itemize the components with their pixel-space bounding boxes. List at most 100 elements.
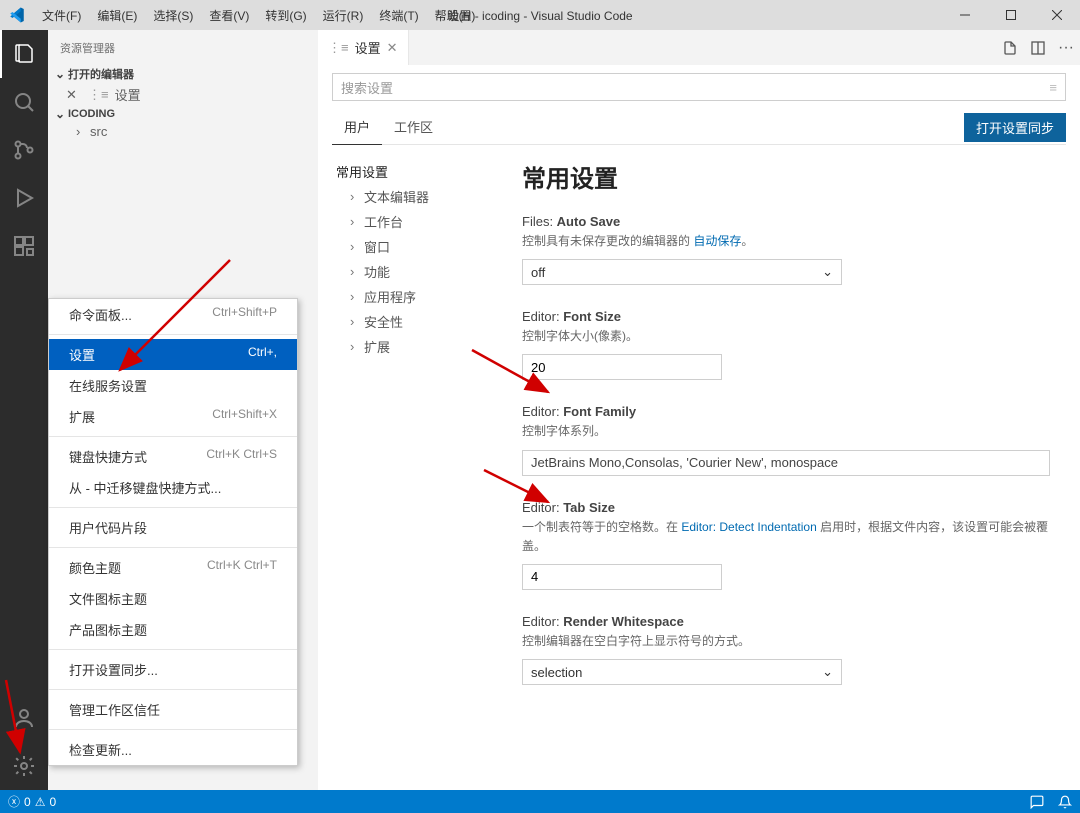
source-control-icon[interactable]: [0, 126, 48, 174]
open-editors-label: 打开的编辑器: [68, 66, 134, 82]
scope-user-tab[interactable]: 用户: [332, 111, 382, 145]
settings-toc: 常用设置 ›文本编辑器 ›工作台 ›窗口 ›功能 ›应用程序 ›安全性 ›扩展: [332, 159, 492, 782]
settings-list: 常用设置 Files: Auto Save 控制具有未保存更改的编辑器的 自动保…: [516, 159, 1066, 782]
setting-files-autosave: Files: Auto Save 控制具有未保存更改的编辑器的 自动保存。 of…: [522, 214, 1062, 285]
chevron-down-icon: ⌄: [52, 67, 68, 81]
gear-icon[interactable]: [0, 742, 48, 790]
settings-heading: 常用设置: [522, 159, 1066, 194]
search-placeholder: 搜索设置: [341, 78, 393, 97]
gear-context-menu: 命令面板...Ctrl+Shift+P 设置Ctrl+,在线服务设置扩展Ctrl+…: [48, 298, 298, 766]
toc-item-extensions[interactable]: ›扩展: [332, 334, 492, 359]
tree-item-label: src: [90, 124, 107, 139]
context-menu-item[interactable]: 打开设置同步...: [49, 654, 297, 685]
folder-section[interactable]: ⌄ ICODING: [48, 106, 318, 122]
tab-settings[interactable]: ⋮≡ 设置 ✕: [318, 30, 409, 65]
toc-item-application[interactable]: ›应用程序: [332, 284, 492, 309]
menu-go[interactable]: 转到(G): [257, 7, 314, 24]
tabsize-input[interactable]: 4: [522, 564, 722, 590]
tree-item-src[interactable]: › src: [48, 122, 318, 141]
context-menu-item[interactable]: 文件图标主题: [49, 583, 297, 614]
setting-editor-fontsize: Editor: Font Size 控制字体大小(像素)。 20: [516, 309, 1050, 380]
scope-tabs: 用户 工作区: [332, 111, 445, 144]
window-minimize-icon[interactable]: [942, 0, 988, 30]
extensions-icon[interactable]: [0, 222, 48, 270]
open-settings-sync-button[interactable]: 打开设置同步: [964, 113, 1066, 142]
warnings-icon[interactable]: ⚠: [35, 795, 46, 809]
autosave-doc-link[interactable]: 自动保存: [693, 234, 741, 248]
context-menu-item[interactable]: 用户代码片段: [49, 512, 297, 543]
sidebar-header: 资源管理器: [48, 30, 318, 65]
scope-workspace-tab[interactable]: 工作区: [382, 111, 445, 144]
status-bar: ⓧ0 ⚠0: [0, 790, 1080, 813]
toc-item-features[interactable]: ›功能: [332, 259, 492, 284]
tab-label: 设置: [355, 38, 381, 57]
window-maximize-icon[interactable]: [988, 0, 1034, 30]
tab-bar: ⋮≡ 设置 ✕ ···: [318, 30, 1080, 65]
setting-editor-fontfamily: Editor: Font Family 控制字体系列。 JetBrains Mo…: [516, 404, 1050, 475]
context-menu-item[interactable]: 键盘快捷方式Ctrl+K Ctrl+S: [49, 441, 297, 472]
split-editor-icon[interactable]: [1030, 40, 1046, 56]
close-icon[interactable]: ✕: [66, 87, 82, 103]
toc-item-text-editor[interactable]: ›文本编辑器: [332, 184, 492, 209]
search-icon[interactable]: [0, 78, 48, 126]
chevron-right-icon: ›: [350, 264, 364, 279]
more-icon[interactable]: ···: [1058, 39, 1074, 57]
explorer-icon[interactable]: [0, 30, 48, 78]
chevron-right-icon: ›: [350, 314, 364, 329]
menu-selection[interactable]: 选择(S): [145, 7, 201, 24]
chevron-down-icon: ⌄: [822, 664, 833, 680]
activity-bar: [0, 30, 48, 790]
whitespace-select[interactable]: selection ⌄: [522, 659, 842, 685]
run-debug-icon[interactable]: [0, 174, 48, 222]
menu-run[interactable]: 运行(R): [315, 7, 372, 24]
menu-view[interactable]: 查看(V): [201, 7, 257, 24]
error-count: 0: [24, 795, 31, 809]
setting-editor-render-whitespace: Editor: Render Whitespace 控制编辑器在空白字符上显示符…: [522, 614, 1062, 685]
context-menu-item[interactable]: 从 - 中迁移键盘快捷方式...: [49, 472, 297, 503]
folder-label: ICODING: [68, 108, 115, 120]
window-title: 设置 - icoding - Visual Studio Code: [447, 7, 632, 24]
tab-actions: ···: [1002, 30, 1074, 65]
context-menu-item[interactable]: 命令面板...Ctrl+Shift+P: [49, 299, 297, 330]
feedback-icon[interactable]: [1030, 795, 1044, 809]
context-menu-item[interactable]: 设置Ctrl+,: [49, 339, 297, 370]
toc-item-common[interactable]: 常用设置: [332, 159, 492, 184]
chevron-right-icon: ›: [350, 214, 364, 229]
chevron-right-icon: ›: [76, 124, 90, 139]
toc-item-window[interactable]: ›窗口: [332, 234, 492, 259]
menu-file[interactable]: 文件(F): [34, 7, 89, 24]
vscode-logo-icon: [8, 6, 26, 24]
menu-terminal[interactable]: 终端(T): [371, 7, 426, 24]
filter-icon[interactable]: ≡: [1049, 80, 1057, 95]
detect-indentation-link[interactable]: Editor: Detect Indentation: [681, 520, 816, 534]
settings-file-icon: ⋮≡: [88, 87, 109, 103]
settings-search-input[interactable]: 搜索设置 ≡: [332, 73, 1066, 101]
context-menu-item[interactable]: 扩展Ctrl+Shift+X: [49, 401, 297, 432]
window-close-icon[interactable]: [1034, 0, 1080, 30]
context-menu-item[interactable]: 在线服务设置: [49, 370, 297, 401]
autosave-select[interactable]: off ⌄: [522, 259, 842, 285]
close-icon[interactable]: ✕: [387, 40, 398, 56]
open-editor-label: 设置: [115, 85, 141, 104]
context-menu-item[interactable]: 产品图标主题: [49, 614, 297, 645]
bell-icon[interactable]: [1058, 795, 1072, 809]
setting-editor-tabsize: Editor: Tab Size 一个制表符等于的空格数。在 Editor: D…: [522, 500, 1062, 590]
chevron-down-icon: ⌄: [52, 107, 68, 121]
chevron-right-icon: ›: [350, 289, 364, 304]
fontfamily-input[interactable]: JetBrains Mono,Consolas, 'Courier New', …: [522, 450, 1050, 476]
chevron-right-icon: ›: [350, 189, 364, 204]
account-icon[interactable]: [0, 694, 48, 742]
open-editor-item[interactable]: ✕ ⋮≡ 设置: [48, 83, 318, 106]
menu-edit[interactable]: 编辑(E): [89, 7, 145, 24]
errors-icon[interactable]: ⓧ: [8, 793, 20, 810]
toc-item-workbench[interactable]: ›工作台: [332, 209, 492, 234]
chevron-right-icon: ›: [350, 239, 364, 254]
open-settings-json-icon[interactable]: [1002, 40, 1018, 56]
fontsize-input[interactable]: 20: [522, 354, 722, 380]
context-menu-item[interactable]: 颜色主题Ctrl+K Ctrl+T: [49, 552, 297, 583]
context-menu-item[interactable]: 管理工作区信任: [49, 694, 297, 725]
warning-count: 0: [49, 795, 56, 809]
context-menu-item[interactable]: 检查更新...: [49, 734, 297, 765]
toc-item-security[interactable]: ›安全性: [332, 309, 492, 334]
open-editors-section[interactable]: ⌄ 打开的编辑器: [48, 65, 318, 83]
